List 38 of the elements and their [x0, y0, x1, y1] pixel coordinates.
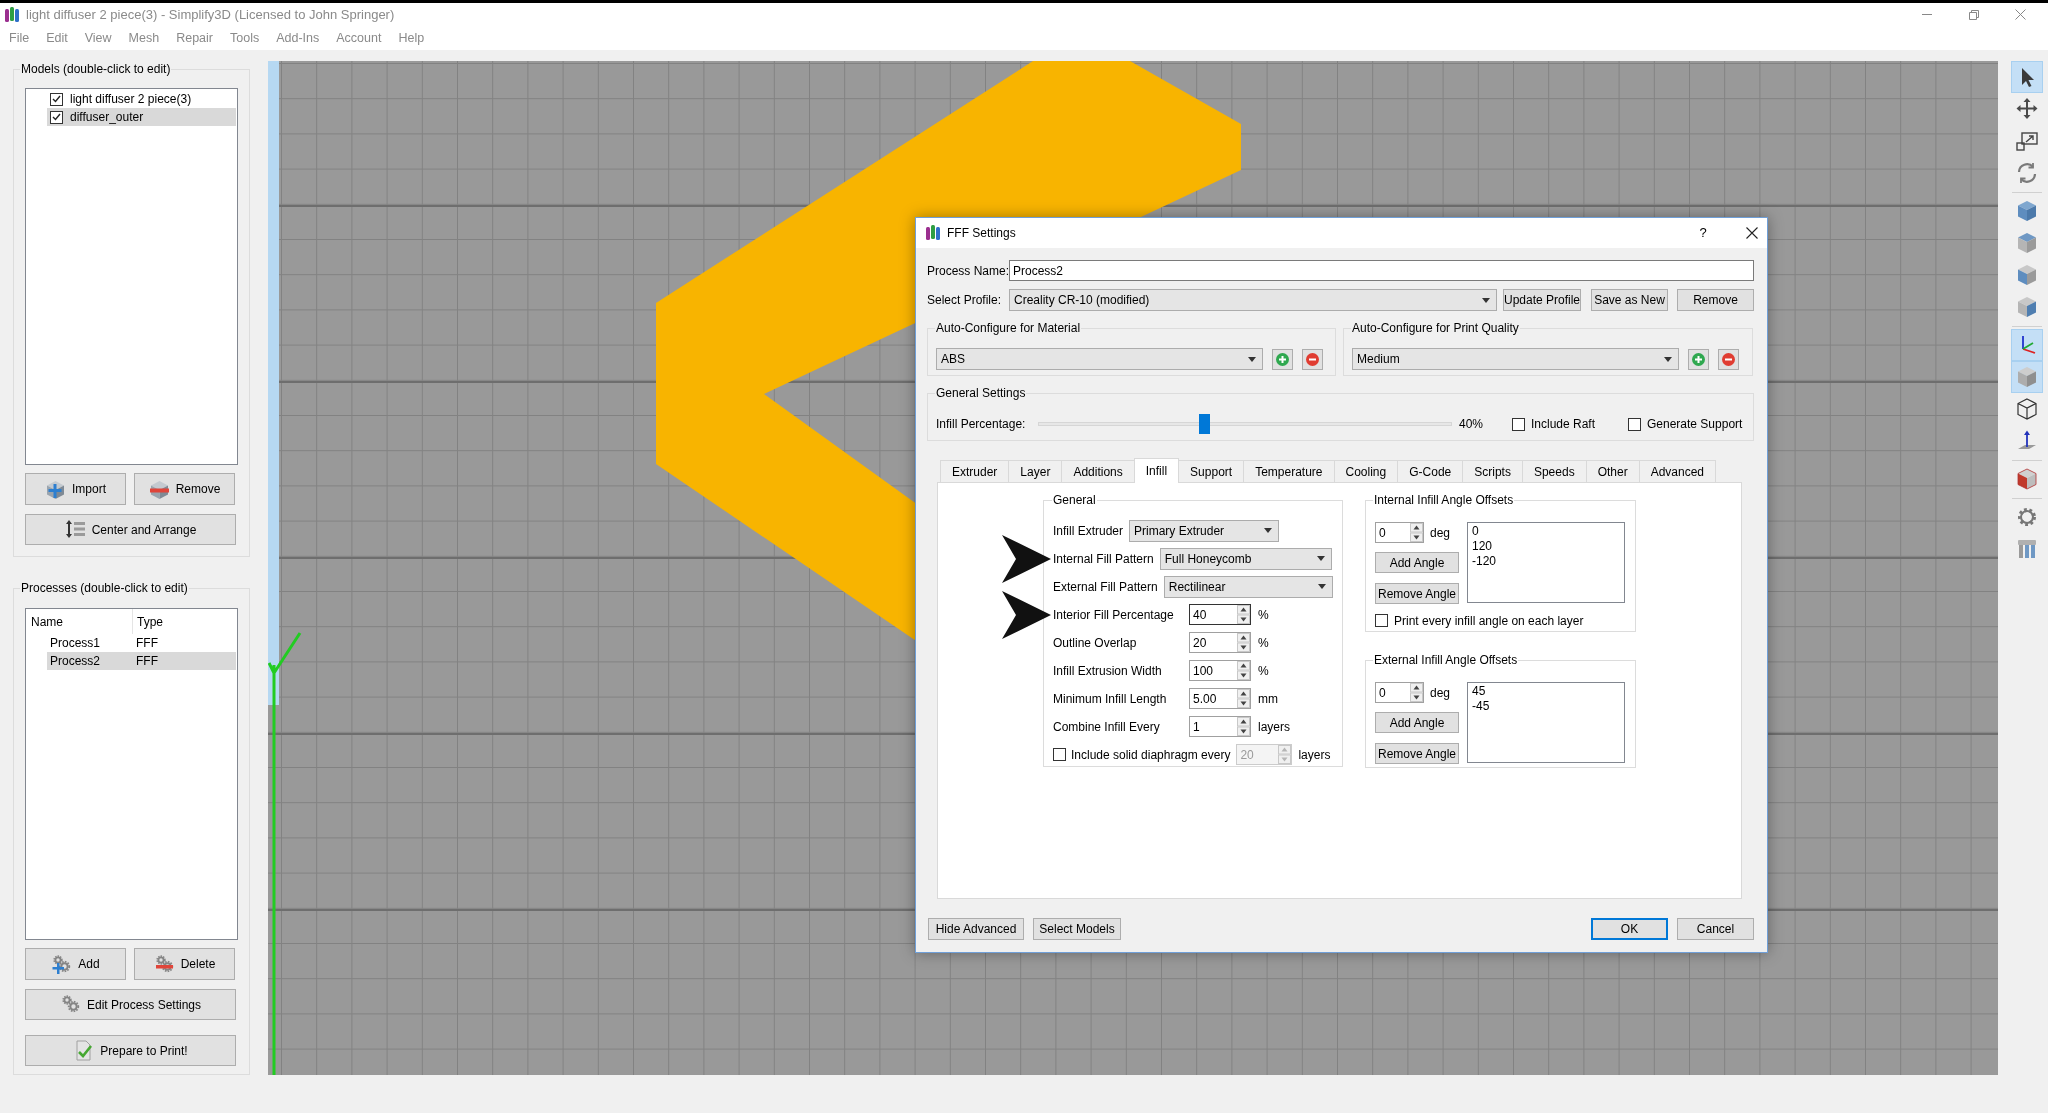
unit-label: deg: [1430, 524, 1451, 542]
unit-label: %: [1258, 634, 1269, 652]
dialog-title: FFF Settings: [947, 225, 1016, 242]
checkbox-label: Include Raft: [1531, 416, 1596, 433]
table-cell-text: FFF: [136, 635, 158, 652]
unit-label: layers: [1258, 718, 1290, 736]
unit-label: mm: [1258, 690, 1278, 708]
field-label: Infill Percentage:: [936, 416, 1027, 433]
unit-label: %: [1258, 606, 1269, 624]
unit-label: %: [1258, 662, 1269, 680]
group-title: Auto-Configure for Print Quality: [1351, 320, 1520, 337]
checkbox-label: Print every infill angle on each layer: [1394, 612, 1584, 630]
table-cell-text: FFF: [136, 653, 158, 670]
field-label: Infill Extrusion Width: [1053, 662, 1163, 680]
group-title: Models (double-click to edit): [20, 61, 172, 78]
group-title: Processes (double-click to edit): [20, 580, 189, 597]
unit-label: deg: [1430, 684, 1451, 702]
field-label: External Fill Pattern: [1053, 578, 1158, 596]
checkbox-label: Include solid diaphragm every: [1071, 746, 1231, 764]
table-cell-text: Process2: [49, 653, 102, 670]
field-label: Process Name:: [927, 262, 1009, 280]
unit-label: layers: [1298, 746, 1331, 764]
field-label: Outline Overlap: [1053, 634, 1138, 652]
field-label: Interior Fill Percentage: [1053, 606, 1175, 624]
group-title: Internal Infill Angle Offsets: [1373, 492, 1515, 509]
field-label: Internal Fill Pattern: [1053, 550, 1154, 568]
group-title: General Settings: [935, 385, 1027, 402]
field-label: Select Profile:: [927, 292, 1003, 309]
group-title: General: [1052, 492, 1097, 509]
group-title: External Infill Angle Offsets: [1373, 652, 1519, 669]
checkbox-label: Generate Support: [1647, 416, 1743, 433]
table-cell-text: Process1: [49, 635, 102, 652]
field-label: Combine Infill Every: [1053, 718, 1161, 736]
slider-value: 40%: [1459, 416, 1485, 433]
field-label: Infill Extruder: [1053, 522, 1124, 540]
field-label: Minimum Infill Length: [1053, 690, 1168, 708]
group-title: Auto-Configure for Material: [935, 320, 1082, 337]
window-title: light diffuser 2 piece(3) - Simplify3D (Licensed to John Springer): [26, 5, 395, 24]
